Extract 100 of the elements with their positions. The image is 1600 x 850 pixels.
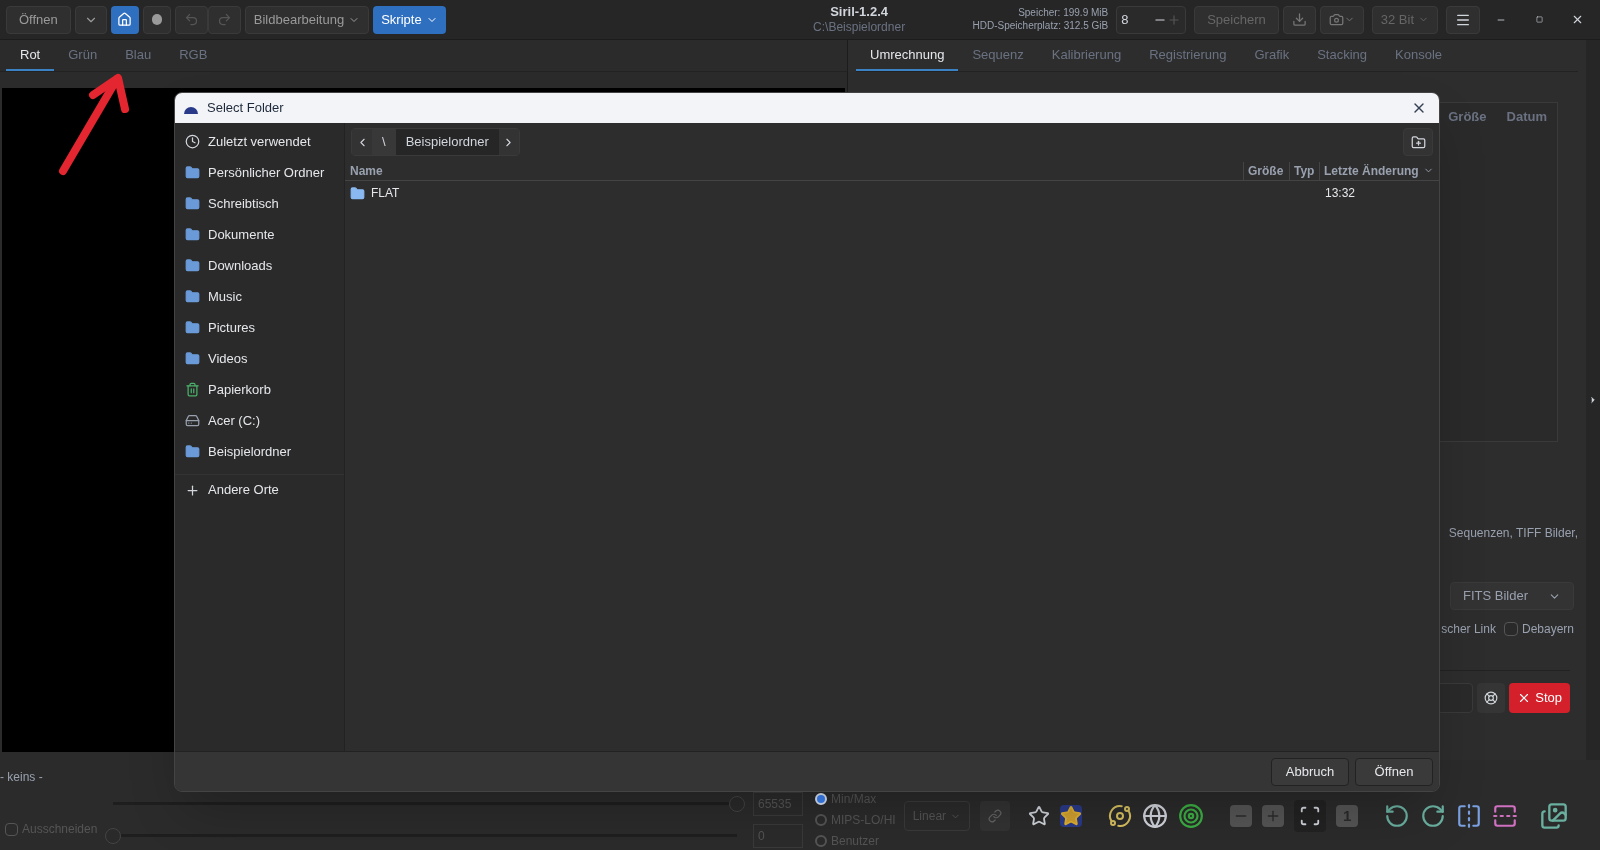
window-title: Siril-1.2.4 <box>830 3 888 21</box>
scripts-menu[interactable]: Skripte <box>373 5 446 34</box>
tab[interactable]: RGB <box>165 40 222 71</box>
window-path: C:\Beispielordner <box>813 20 906 36</box>
place-item[interactable]: Zuletzt verwendet <box>175 126 344 157</box>
place-item[interactable]: Schreibtisch <box>175 188 344 219</box>
place-item[interactable]: Music <box>175 281 344 312</box>
globe-icon[interactable] <box>1142 803 1169 829</box>
new-folder-button[interactable] <box>1403 128 1433 156</box>
record-button[interactable] <box>142 5 171 34</box>
debayer-checkbox[interactable] <box>1503 622 1518 636</box>
redo-button[interactable] <box>207 5 241 34</box>
folder-icon <box>185 444 200 459</box>
debayer-label: Debayern <box>1521 621 1574 638</box>
place-item[interactable]: Dokumente <box>175 219 344 250</box>
column-header[interactable]: Größe <box>1243 161 1289 180</box>
tab[interactable]: Rot <box>6 40 55 71</box>
place-item[interactable]: Videos <box>175 343 344 374</box>
folder-icon <box>185 165 200 180</box>
place-item[interactable]: Pictures <box>175 312 344 343</box>
slider-thumb[interactable] <box>729 796 745 812</box>
disk-label: HDD-Speicherplatz: 312.5 GiB <box>972 19 1109 32</box>
zoom-out-icon[interactable] <box>1230 805 1253 827</box>
dialog-button[interactable]: Abbruch <box>1271 757 1349 786</box>
wheel-icon <box>1484 691 1499 705</box>
selection-label: - keins - <box>0 769 44 786</box>
star-icon[interactable] <box>1060 805 1083 827</box>
panel-toggle[interactable] <box>1586 40 1600 760</box>
rotate-right-icon[interactable] <box>1420 803 1447 829</box>
radio-button[interactable] <box>815 814 827 826</box>
column-header[interactable]: Letzte Änderung <box>1319 161 1439 180</box>
export-button[interactable] <box>1282 5 1316 34</box>
camera-icon <box>1328 12 1344 27</box>
tab[interactable]: Stacking <box>1303 40 1381 71</box>
place-item[interactable]: Papierkorb <box>175 374 344 405</box>
download-icon <box>1291 12 1307 27</box>
snapshot-button[interactable] <box>1319 5 1364 34</box>
tab[interactable]: Grafik <box>1240 40 1304 71</box>
galaxy-icon[interactable] <box>1108 804 1133 828</box>
dialog-button[interactable]: Öffnen <box>1355 757 1433 786</box>
file-row[interactable]: FLAT 13:32 <box>345 181 1439 205</box>
place-item[interactable]: Persönlicher Ordner <box>175 157 344 188</box>
folder-icon <box>185 320 200 335</box>
place-item[interactable]: Downloads <box>175 250 344 281</box>
folder-icon <box>185 258 200 273</box>
images-icon[interactable] <box>1540 802 1569 830</box>
right-icon <box>1588 395 1598 405</box>
link-button[interactable] <box>980 801 1011 831</box>
column-header[interactable]: Name <box>345 161 1243 180</box>
globe-button[interactable] <box>1477 683 1506 713</box>
modified-cell-text: 13:32 <box>1324 185 1357 202</box>
column-header[interactable]: Größe <box>1438 103 1497 131</box>
undo-icon <box>183 12 199 27</box>
threads-spinner[interactable]: 8 <box>1116 5 1187 34</box>
image-processing-menu[interactable]: Bildbearbeitung <box>244 5 370 34</box>
place-item[interactable]: Acer (C:) <box>175 405 344 436</box>
link-icon <box>988 809 1003 823</box>
menu-button[interactable] <box>1446 5 1480 34</box>
open-button[interactable]: Öffnen <box>6 5 71 34</box>
zoom-fit-icon[interactable] <box>1294 800 1327 832</box>
path-segment[interactable]: \ <box>372 129 396 155</box>
folder-icon <box>185 351 200 366</box>
mirror-vertical-icon[interactable] <box>1492 803 1519 829</box>
tab[interactable]: Kalibrierung <box>1037 40 1136 71</box>
threads-value: 8 <box>1121 10 1130 29</box>
folder-icon <box>185 289 200 304</box>
mirror-horizontal-icon[interactable] <box>1456 803 1483 829</box>
file-name: FLAT <box>371 185 400 202</box>
memory-label: Speicher: 199.9 MiB <box>1018 7 1109 20</box>
tab[interactable]: Sequenz <box>958 40 1038 71</box>
rotate-left-icon[interactable] <box>1384 803 1411 829</box>
tab[interactable]: Konsole <box>1381 40 1456 71</box>
folder-plus-icon <box>1410 134 1426 150</box>
back-button[interactable] <box>352 129 372 155</box>
place-item[interactable]: Andere Orte <box>175 474 344 505</box>
home-icon <box>117 12 133 27</box>
star-icon[interactable] <box>1028 805 1051 827</box>
folder-icon <box>350 185 365 201</box>
tab[interactable]: Blau <box>111 40 166 71</box>
link-label: scher Link <box>1441 621 1496 638</box>
plus-icon <box>185 482 200 498</box>
tab[interactable]: Grün <box>54 40 112 71</box>
folder-icon <box>185 196 200 211</box>
column-header[interactable]: Datum <box>1496 103 1557 131</box>
clock-icon <box>185 134 200 149</box>
tab[interactable]: Umrechnung <box>856 40 959 71</box>
forward-button[interactable] <box>498 129 519 155</box>
slider-thumb[interactable] <box>105 828 121 844</box>
place-item[interactable]: Beispielordner <box>175 436 344 467</box>
column-header[interactable]: Typ <box>1289 161 1319 180</box>
path-segment[interactable]: Beispielordner <box>395 129 499 155</box>
folder-icon <box>185 227 200 242</box>
crop-checkbox[interactable] <box>5 822 18 836</box>
stop-button[interactable]: Stop <box>1509 683 1570 713</box>
home-button[interactable] <box>110 5 139 34</box>
format-dropdown[interactable]: FITS Bilder <box>1450 582 1574 610</box>
zoom-in-icon[interactable] <box>1262 805 1285 827</box>
radio-button[interactable] <box>815 835 827 847</box>
tab[interactable]: Registrierung <box>1135 40 1241 71</box>
target-icon[interactable] <box>1178 803 1205 829</box>
